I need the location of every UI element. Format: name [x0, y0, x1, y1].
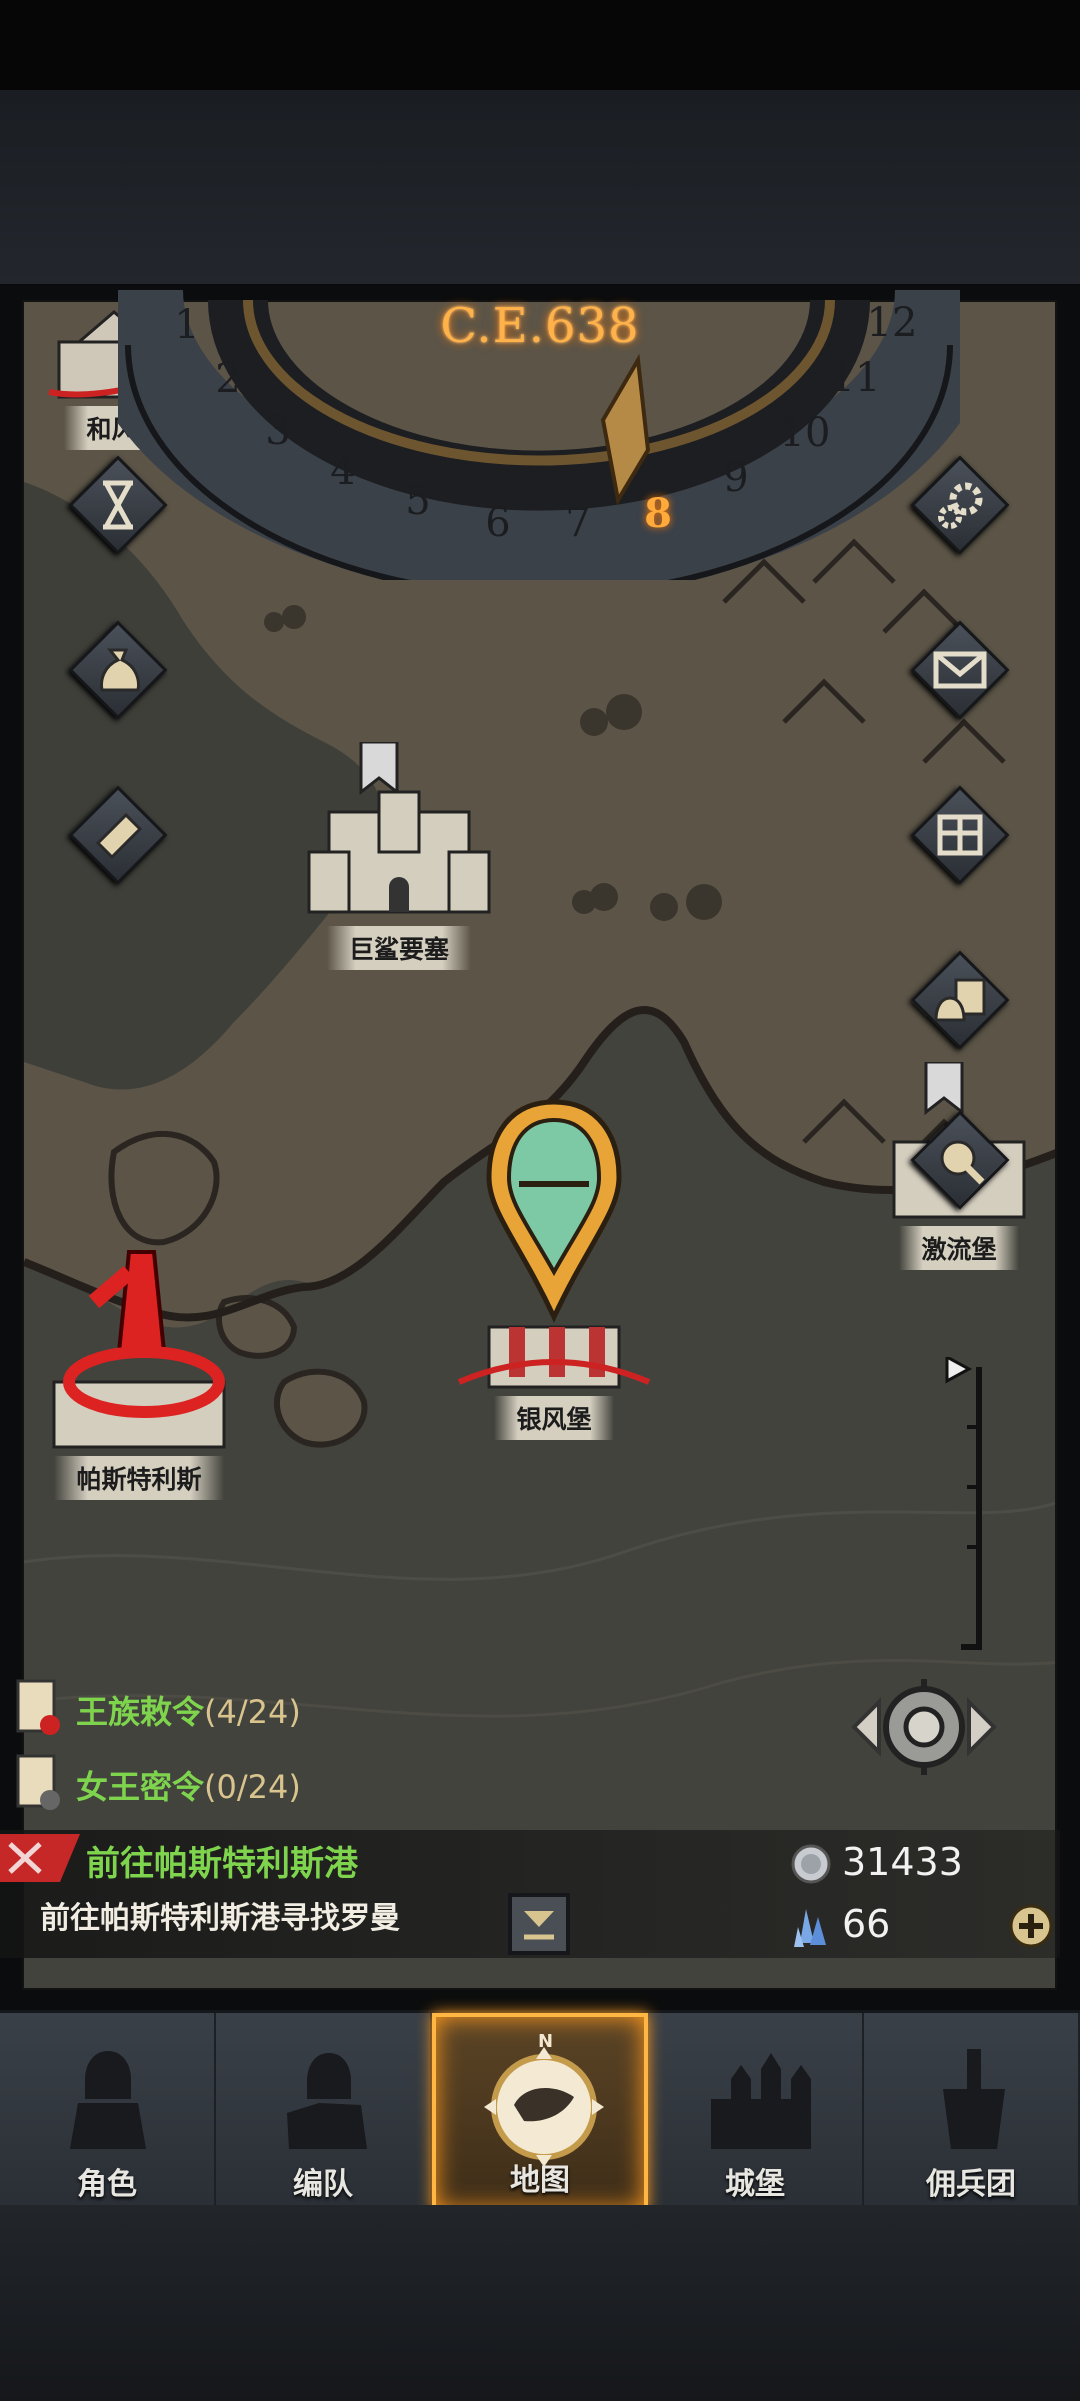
locate-center-icon[interactable] [834, 1667, 1014, 1787]
flag-icon [945, 1357, 973, 1384]
month-10: 10 [779, 410, 831, 456]
quest-title: 女王密令 [76, 1768, 205, 1806]
month-4: 4 [330, 448, 356, 494]
mercenary-icon [943, 2049, 1005, 2149]
castle-icon [711, 2053, 811, 2149]
nav-label: 城堡 [725, 2167, 785, 2202]
nav-label: 角色 [77, 2167, 137, 2202]
money-bag-icon [100, 648, 140, 692]
nav-label: 编队 [293, 2167, 353, 2202]
time-button[interactable] [68, 455, 168, 555]
town-pasi[interactable]: 帕斯特利斯 [24, 1232, 254, 1500]
mail-icon [933, 651, 987, 689]
town-yinfeng[interactable]: 银风堡 [434, 1092, 674, 1440]
silver-amount: 31433 [842, 1840, 963, 1884]
supplies-button[interactable] [910, 950, 1010, 1050]
nav-mercenary[interactable]: 佣兵团 [864, 2013, 1080, 2213]
knight-helmet-marker-icon [457, 1099, 651, 1389]
month-8-current: 8 [644, 490, 672, 537]
month-1: 1 [174, 302, 200, 348]
nav-party[interactable]: 编队 [216, 2013, 432, 2213]
scroll-seal-icon [16, 1679, 60, 1735]
era-year: C.E.638 [440, 298, 640, 354]
goal-description: 前往帕斯特利斯港寻找罗曼 [40, 1901, 400, 1936]
hourglass-icon [103, 480, 133, 530]
town-label: 帕斯特利斯 [54, 1456, 224, 1500]
town-label: 激流堡 [899, 1226, 1019, 1270]
scroll-icon [95, 812, 143, 860]
quest-log-button[interactable] [68, 785, 168, 885]
supplies-icon [934, 978, 986, 1022]
add-crystal-icon[interactable] [1008, 1903, 1054, 1949]
quest-queen-order[interactable]: 女王密令(0/24) [10, 1750, 410, 1820]
crossed-swords-icon [0, 1834, 80, 1882]
month-7: 7 [565, 500, 591, 546]
knight-icon [70, 2051, 146, 2149]
red-objective-marker-icon [52, 1250, 226, 1449]
town-label: 银风堡 [494, 1396, 614, 1440]
crystal-icon [794, 1909, 826, 1947]
month-12: 12 [866, 300, 918, 346]
nav-label: 地图 [510, 2163, 570, 2198]
bottom-navigation: 角色 编队 N 地图 城堡 佣兵团 [0, 2010, 1080, 2213]
quest-count: (0/24) [204, 1768, 301, 1806]
gear-icon [938, 482, 983, 529]
month-5: 5 [405, 478, 431, 524]
quest-title: 王族敕令 [76, 1693, 205, 1731]
town-label: 巨鲨要塞 [326, 926, 471, 970]
zoom-slider[interactable] [939, 1357, 999, 1657]
collapse-down-icon[interactable] [508, 1893, 570, 1955]
quest-count: (4/24) [204, 1693, 301, 1731]
nav-castle[interactable]: 城堡 [648, 2013, 864, 2213]
month-2: 2 [215, 356, 241, 402]
inventory-button[interactable] [68, 620, 168, 720]
svg-text:N: N [538, 2031, 553, 2052]
nav-label: 佣兵团 [926, 2167, 1016, 2202]
nav-character[interactable]: 角色 [0, 2013, 216, 2213]
quest-royal-decree[interactable]: 王族敕令(4/24) [10, 1675, 410, 1745]
nav-map[interactable]: N 地图 [432, 2013, 648, 2213]
month-11: 11 [829, 355, 881, 401]
settings-button[interactable] [910, 455, 1010, 555]
month-9: 9 [723, 455, 749, 501]
mail-button[interactable] [910, 620, 1010, 720]
month-6: 6 [485, 500, 511, 546]
scroll-seal-icon [16, 1754, 60, 1810]
compass-map-icon: N [484, 2031, 604, 2167]
town-jusha[interactable]: 巨鲨要塞 [279, 740, 519, 970]
grid-menu-button[interactable] [910, 785, 1010, 885]
hammer-icon [940, 1140, 985, 1185]
goal-title: 前往帕斯特利斯港 [86, 1844, 358, 1884]
status-bar [0, 0, 1080, 90]
bottom-frame [0, 2205, 1080, 2401]
silver-coin-icon [791, 1844, 831, 1884]
build-button[interactable] [910, 1110, 1010, 1210]
fortress-icon [307, 740, 491, 914]
crystal-amount: 66 [842, 1902, 891, 1946]
party-icon [287, 2053, 367, 2149]
grid-icon [937, 814, 983, 856]
month-3: 3 [265, 408, 291, 454]
